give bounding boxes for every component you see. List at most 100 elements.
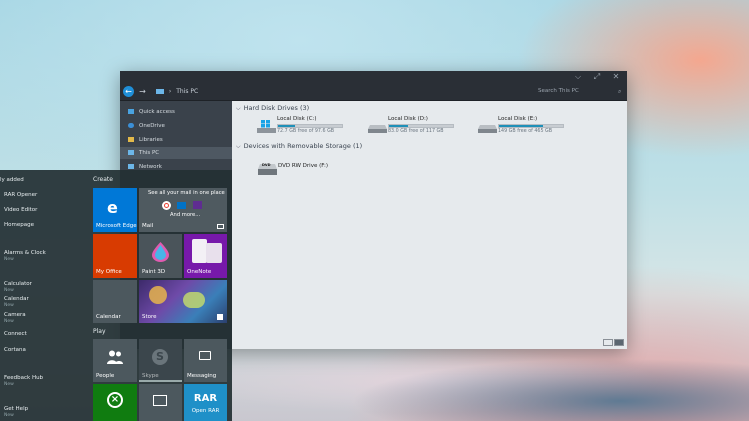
drive-name: DVD RW Drive (F:) <box>278 163 328 169</box>
dvd-drive[interactable]: DVD DVD RW Drive (F:) <box>258 158 364 180</box>
rar-logo-text: RAR <box>193 393 218 404</box>
tile-photos[interactable] <box>139 384 182 421</box>
game-art-shape <box>149 286 167 304</box>
hard-drive-icon <box>478 125 497 133</box>
list-item[interactable]: Calendar <box>4 296 29 302</box>
drive-size: 83.0 GB free of 117 GB <box>388 129 444 134</box>
recently-added-header: ly added <box>0 177 24 183</box>
forward-arrow-icon[interactable]: → <box>137 86 148 97</box>
sidebar-item-libraries[interactable]: Libraries <box>128 135 163 145</box>
section-play: Play <box>93 328 106 335</box>
tile-messaging[interactable]: Messaging <box>184 339 227 382</box>
google-icon <box>162 201 171 210</box>
list-item[interactable]: Cortana <box>4 347 26 353</box>
list-item[interactable]: Homepage <box>4 222 34 228</box>
drive-name: Local Disk (C:) <box>277 116 317 122</box>
hard-drive-icon <box>368 125 387 133</box>
skype-icon: S <box>152 349 168 365</box>
list-item[interactable]: Feedback Hub <box>4 375 43 381</box>
outlook-icon <box>177 202 186 209</box>
mail-promo-text: See all your mail in one place <box>148 190 225 196</box>
windows-drive-icon <box>257 120 276 133</box>
drive-size: 149 GB free of 465 GB <box>498 129 553 134</box>
list-item[interactable]: Get Help <box>4 406 28 412</box>
network-icon <box>128 164 134 169</box>
cloud-icon <box>128 123 134 128</box>
people-icon <box>107 350 123 364</box>
list-item[interactable]: Alarms & Clock <box>4 250 46 256</box>
sidebar-item-onedrive[interactable]: OneDrive <box>128 121 165 131</box>
group-header-removable[interactable]: ⌵ Devices with Removable Storage (1) <box>236 142 362 151</box>
address-bar[interactable]: › This PC <box>156 86 198 97</box>
yahoo-icon <box>193 201 202 209</box>
envelope-icon <box>217 224 224 229</box>
breadcrumb-chevron-icon: › <box>168 88 172 95</box>
new-badge: New <box>4 413 14 418</box>
list-item[interactable]: Connect <box>4 331 27 337</box>
list-item[interactable]: Calculator <box>4 281 32 287</box>
list-item[interactable]: Camera <box>4 312 26 318</box>
address-text: This PC <box>176 88 199 95</box>
folder-icon <box>128 137 134 142</box>
details-view-icon[interactable] <box>603 339 613 346</box>
edge-icon: e <box>107 198 118 217</box>
chevron-down-icon: ⌵ <box>236 105 241 112</box>
minimize-icon[interactable]: ⌵ <box>568 72 588 82</box>
game-art-shape <box>183 292 205 308</box>
drive-e[interactable]: Local Disk (E:) 149 GB free of 465 GB <box>478 116 584 138</box>
tile-open-rar[interactable]: RAR Open RAR <box>184 384 227 421</box>
search-input[interactable]: Search This PC <box>538 86 614 97</box>
close-icon[interactable]: ✕ <box>606 72 626 82</box>
new-badge: New <box>4 303 14 308</box>
content-pane: ⌵ Hard Disk Drives (3) Local Disk (C:) 72… <box>232 101 627 349</box>
xbox-icon: × <box>107 392 123 408</box>
tile-people[interactable]: People <box>93 339 137 382</box>
title-bar[interactable]: ⌵ ⤢ ✕ <box>120 71 627 83</box>
message-bubble-icon <box>199 351 211 360</box>
drive-usage-bar <box>277 124 343 128</box>
tile-label: Open RAR <box>191 408 220 414</box>
tile-store[interactable]: Store <box>139 280 227 323</box>
tile-onenote[interactable]: OneNote <box>184 234 227 278</box>
list-item[interactable]: RAR Opener <box>4 192 37 198</box>
dvd-badge: DVD <box>262 163 271 167</box>
mail-more-text: And more... <box>170 212 201 218</box>
maximize-icon[interactable]: ⤢ <box>587 72 607 82</box>
drive-d[interactable]: Local Disk (D:) 83.0 GB free of 117 GB <box>368 116 474 138</box>
drive-name: Local Disk (D:) <box>388 116 428 122</box>
new-badge: New <box>4 257 14 262</box>
drive-c[interactable]: Local Disk (C:) 72.7 GB free of 97.6 GB <box>257 116 363 138</box>
group-header-hard-disks[interactable]: ⌵ Hard Disk Drives (3) <box>236 104 309 113</box>
tile-my-office[interactable]: My Office <box>93 234 137 278</box>
large-icons-view-icon[interactable] <box>614 339 624 346</box>
drive-name: Local Disk (E:) <box>498 116 538 122</box>
list-item[interactable]: Video Editor <box>4 207 37 213</box>
tile-xbox[interactable]: × <box>93 384 137 421</box>
search-icon[interactable]: ⌕ <box>618 86 621 97</box>
tile-mail[interactable]: See all your mail in one place And more.… <box>139 188 227 232</box>
drive-usage-fill <box>278 125 295 127</box>
new-badge: New <box>4 288 14 293</box>
pc-icon <box>128 150 134 155</box>
app-list: ly added RAR Opener Video Editor Homepag… <box>0 170 88 421</box>
tile-paint-3d[interactable]: Paint 3D <box>139 234 182 278</box>
tile-skype[interactable]: S Skype <box>139 339 182 382</box>
drive-usage-bar <box>388 124 454 128</box>
tile-microsoft-edge[interactable]: e Microsoft Edge <box>93 188 137 232</box>
start-menu: ly added RAR Opener Video Editor Homepag… <box>0 170 232 421</box>
navigation-bar: ← → › This PC Search This PC ⌕ <box>120 83 627 101</box>
phone-image <box>192 239 207 263</box>
new-badge: New <box>4 382 14 387</box>
back-arrow-icon[interactable]: ← <box>123 86 134 97</box>
section-create: Create <box>93 176 113 183</box>
photos-icon <box>153 395 167 406</box>
sidebar-item-quick-access[interactable]: Quick access <box>128 107 175 117</box>
drive-usage-bar <box>498 124 564 128</box>
star-icon <box>128 109 134 114</box>
drive-size: 72.7 GB free of 97.6 GB <box>277 129 335 134</box>
loading-bar <box>139 380 182 382</box>
sidebar-item-this-pc[interactable]: This PC <box>128 148 159 158</box>
new-badge: New <box>4 319 14 324</box>
tile-calendar[interactable]: Calendar <box>93 280 137 323</box>
tablet-image <box>206 243 222 263</box>
